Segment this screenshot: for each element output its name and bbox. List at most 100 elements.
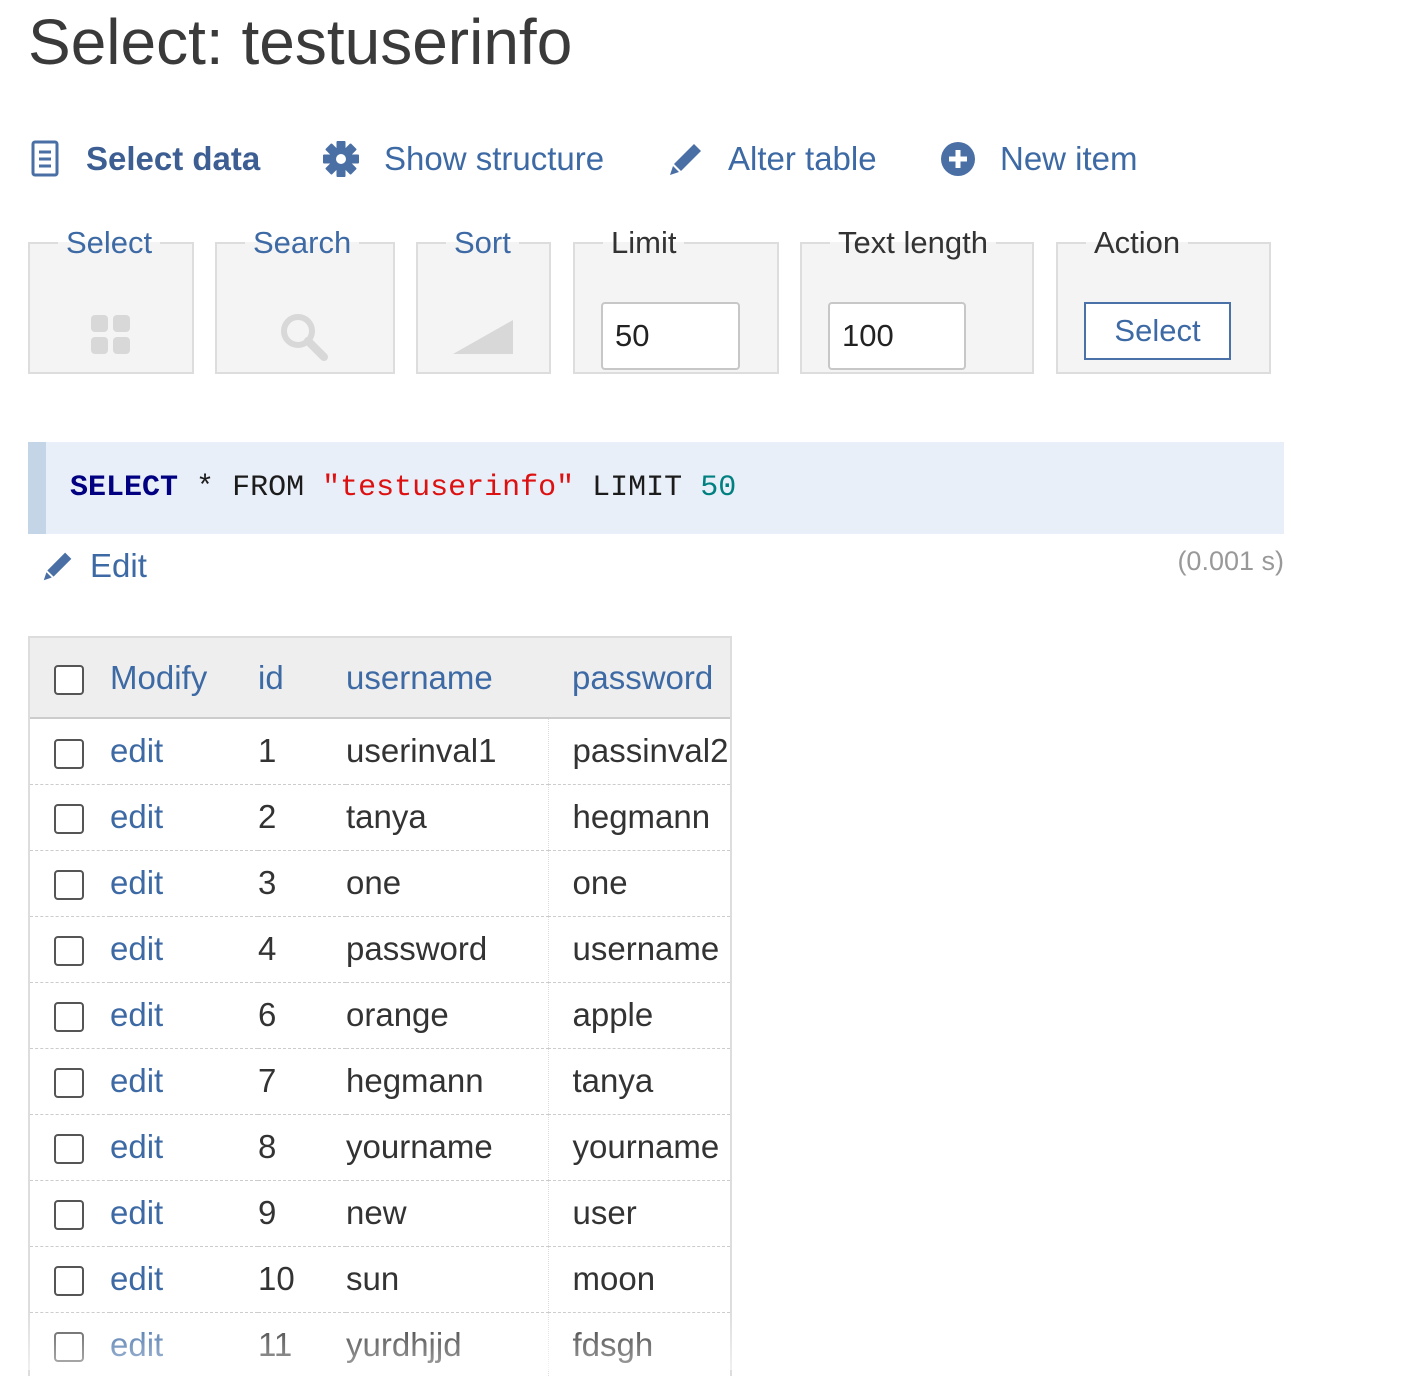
select-all-checkbox[interactable] xyxy=(54,664,84,695)
select-legend[interactable]: Select xyxy=(58,226,160,260)
row-password: fdsgh xyxy=(572,1326,654,1363)
row-id: 4 xyxy=(258,930,277,967)
search-legend[interactable]: Search xyxy=(245,226,359,260)
limit-legend: Limit xyxy=(611,225,677,260)
row-edit-link[interactable]: edit xyxy=(110,798,163,835)
table-header-row: Modify id username password xyxy=(30,638,730,718)
document-icon xyxy=(30,140,62,178)
new-item-link[interactable]: New item xyxy=(940,136,1138,182)
table-row: edit 2 tanya hegmann xyxy=(30,784,730,850)
limit-input[interactable] xyxy=(601,302,740,370)
alter-table-label: Alter table xyxy=(728,140,877,177)
header-password[interactable]: password xyxy=(548,638,730,718)
row-modify-cell: edit xyxy=(110,1180,258,1246)
row-edit-link[interactable]: edit xyxy=(110,1062,163,1099)
row-id: 7 xyxy=(258,1062,277,1099)
search-fieldset: Search xyxy=(215,226,395,374)
table-row: edit 8 yourname yourname xyxy=(30,1114,730,1180)
row-checkbox[interactable] xyxy=(54,1134,84,1165)
row-edit-link[interactable]: edit xyxy=(110,1128,163,1165)
table-row: edit 11 yurdhjjd fdsgh xyxy=(30,1312,730,1376)
row-edit-link[interactable]: edit xyxy=(110,930,163,967)
row-username: sun xyxy=(346,1246,549,1312)
row-password: username xyxy=(572,930,720,967)
row-check-cell xyxy=(30,1180,110,1246)
sql-keyword-from: FROM xyxy=(232,471,305,505)
new-item-label: New item xyxy=(1000,140,1138,177)
table-row: edit 4 password username xyxy=(30,916,730,982)
grid-icon xyxy=(90,314,132,361)
row-edit-link[interactable]: edit xyxy=(110,996,163,1033)
header-username[interactable]: username xyxy=(346,638,548,718)
sql-star: * xyxy=(196,471,215,505)
row-modify-cell: edit xyxy=(110,718,258,784)
row-checkbox[interactable] xyxy=(54,738,84,769)
row-username: new xyxy=(346,1180,549,1246)
row-checkbox[interactable] xyxy=(54,1068,84,1099)
row-edit-link[interactable]: edit xyxy=(110,1260,163,1297)
pencil-icon xyxy=(668,141,704,177)
page-title: Select: testuserinfo xyxy=(28,6,573,78)
table-row: edit 10 sun moon xyxy=(30,1246,730,1312)
row-checkbox[interactable] xyxy=(54,870,84,901)
row-id: 10 xyxy=(258,1260,295,1297)
row-checkbox[interactable] xyxy=(54,1266,84,1297)
row-check-cell xyxy=(30,982,110,1048)
row-modify-cell: edit xyxy=(110,916,258,982)
table-row: edit 1 userinval1 passinval2 xyxy=(30,718,730,784)
edit-query-link[interactable]: Edit xyxy=(42,544,147,588)
row-modify-cell: edit xyxy=(110,1114,258,1180)
row-password: user xyxy=(572,1194,637,1231)
select-data-label: Select data xyxy=(86,140,261,177)
row-modify-cell: edit xyxy=(110,850,258,916)
select-data-link[interactable]: Select data xyxy=(30,136,260,182)
row-check-cell xyxy=(30,850,110,916)
row-edit-link[interactable]: edit xyxy=(110,1326,163,1363)
row-edit-link[interactable]: edit xyxy=(110,1194,163,1231)
show-structure-link[interactable]: Show structure xyxy=(322,136,604,182)
row-password: tanya xyxy=(572,1062,654,1099)
row-checkbox[interactable] xyxy=(54,1002,84,1033)
row-checkbox[interactable] xyxy=(54,1332,84,1363)
row-username: password xyxy=(346,916,549,982)
header-modify[interactable]: Modify xyxy=(110,638,258,718)
text-length-legend: Text length xyxy=(838,225,988,260)
row-id: 2 xyxy=(258,798,277,835)
row-id: 3 xyxy=(258,864,277,901)
row-edit-link[interactable]: edit xyxy=(110,864,163,901)
table-row: edit 3 one one xyxy=(30,850,730,916)
row-checkbox[interactable] xyxy=(54,1200,84,1231)
row-username: hegmann xyxy=(346,1048,549,1114)
table-row: edit 9 new user xyxy=(30,1180,730,1246)
row-check-cell xyxy=(30,784,110,850)
row-id: 9 xyxy=(258,1194,277,1231)
plus-circle-icon xyxy=(940,141,976,177)
row-password: passinval2 xyxy=(572,732,729,770)
row-check-cell xyxy=(30,916,110,982)
query-timing: (0.001 s) xyxy=(1177,546,1284,576)
sort-icon xyxy=(452,320,515,361)
row-edit-link[interactable]: edit xyxy=(110,732,163,769)
row-username: yurdhjjd xyxy=(346,1312,549,1376)
select-button[interactable]: Select xyxy=(1084,302,1231,360)
row-username: yourname xyxy=(346,1114,549,1180)
sql-keyword-limit: LIMIT xyxy=(592,471,683,505)
header-check-cell xyxy=(30,638,110,718)
sort-legend[interactable]: Sort xyxy=(446,226,519,260)
row-check-cell xyxy=(30,718,110,784)
row-id: 8 xyxy=(258,1128,277,1165)
gear-icon xyxy=(322,140,360,178)
row-password: one xyxy=(572,864,628,901)
row-checkbox[interactable] xyxy=(54,936,84,967)
sql-limit-number: 50 xyxy=(700,471,737,505)
sort-fieldset: Sort xyxy=(416,226,551,374)
row-username: tanya xyxy=(346,784,549,850)
row-modify-cell: edit xyxy=(110,1246,258,1312)
header-id[interactable]: id xyxy=(258,638,346,718)
row-checkbox[interactable] xyxy=(54,804,84,835)
row-modify-cell: edit xyxy=(110,982,258,1048)
row-check-cell xyxy=(30,1246,110,1312)
sql-table-literal: "testuserinfo" xyxy=(322,471,575,505)
text-length-input[interactable] xyxy=(828,302,966,370)
alter-table-link[interactable]: Alter table xyxy=(668,136,877,182)
